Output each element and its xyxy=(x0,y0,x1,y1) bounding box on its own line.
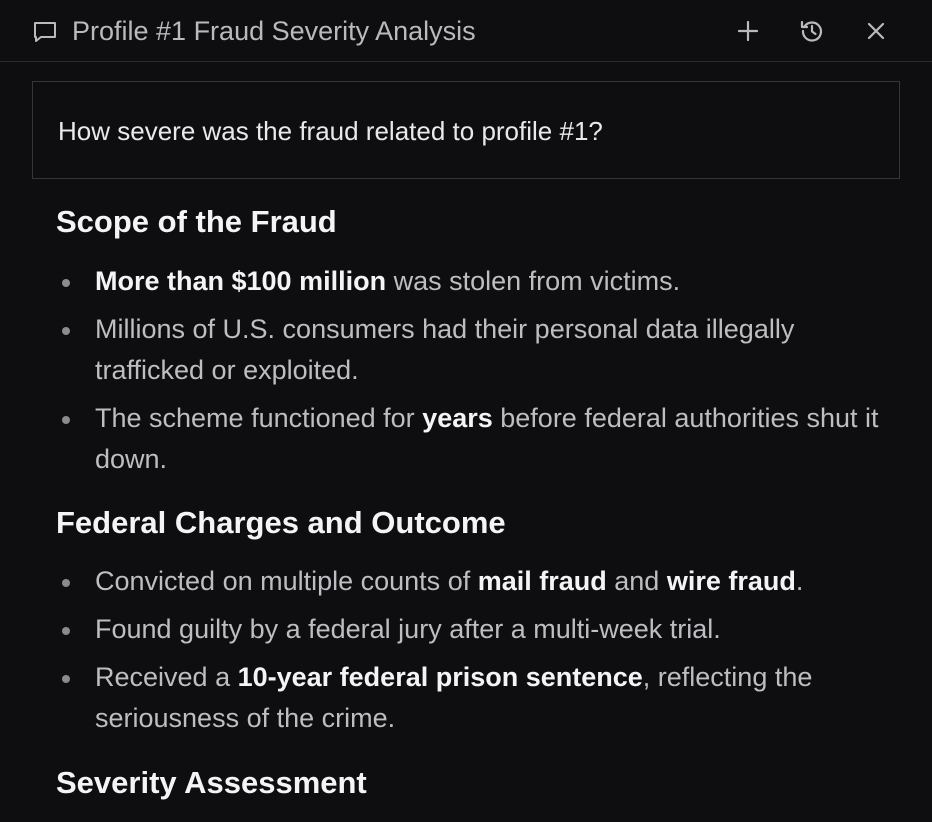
bold-text: 10-year federal prison sentence xyxy=(237,662,643,692)
bullet-item: The scheme functioned for years before f… xyxy=(0,398,932,480)
bullet-item: More than $100 million was stolen from v… xyxy=(0,261,932,302)
text-run: Received a xyxy=(95,662,238,692)
user-question-text: How severe was the fraud related to prof… xyxy=(58,116,603,146)
bold-text: mail fraud xyxy=(477,566,607,596)
bullet-list-charges: Convicted on multiple counts of mail fra… xyxy=(0,561,932,746)
text-run: Millions of U.S. consumers had their per… xyxy=(95,314,795,385)
text-run: Found guilty by a federal jury after a m… xyxy=(95,614,721,644)
bullet-item: Found guilty by a federal jury after a m… xyxy=(0,609,932,650)
section-heading-severity: Severity Assessment xyxy=(56,765,367,800)
text-run: was stolen from victims. xyxy=(386,266,681,296)
text-run: Convicted on multiple counts of xyxy=(95,566,478,596)
section-heading-charges: Federal Charges and Outcome xyxy=(56,505,506,540)
text-run: The scheme functioned for xyxy=(95,403,423,433)
bold-text: More than $100 million xyxy=(95,266,387,296)
bold-text: years xyxy=(422,403,493,433)
panel-title: Profile #1 Fraud Severity Analysis xyxy=(72,16,476,46)
chat-bubble-icon xyxy=(34,22,56,42)
bold-text: wire fraud xyxy=(666,566,796,596)
panel-header: Profile #1 Fraud Severity Analysis xyxy=(0,0,932,62)
bullet-item: Millions of U.S. consumers had their per… xyxy=(0,309,932,391)
section-heading-scope: Scope of the Fraud xyxy=(56,204,337,239)
new-chat-plus-icon[interactable] xyxy=(734,17,762,45)
bullet-list-scope: More than $100 million was stolen from v… xyxy=(0,261,932,487)
bullet-item: Convicted on multiple counts of mail fra… xyxy=(0,561,932,602)
text-run: . xyxy=(795,566,804,596)
text-run: and xyxy=(606,566,667,596)
user-question-box: How severe was the fraud related to prof… xyxy=(32,81,900,179)
close-icon[interactable] xyxy=(862,17,890,45)
history-icon[interactable] xyxy=(798,17,826,45)
bullet-item: Received a 10-year federal prison senten… xyxy=(0,657,932,739)
